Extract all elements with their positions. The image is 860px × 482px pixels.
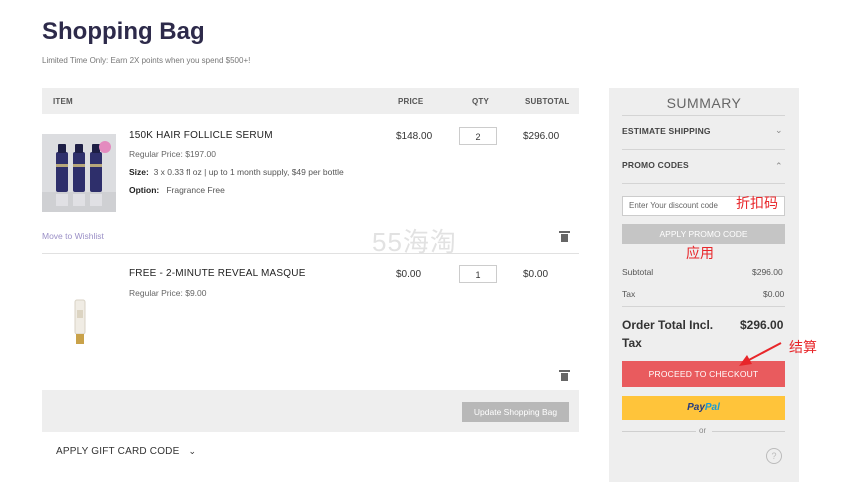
move-to-wishlist-link[interactable]: Move to Wishlist (42, 231, 104, 241)
product-name[interactable]: 150K HAIR FOLLICLE SERUM (129, 130, 273, 141)
order-total-value: $296.00 (740, 318, 784, 332)
trash-icon[interactable] (559, 231, 570, 242)
or-text: or (699, 426, 707, 435)
tax-label: Tax (622, 289, 636, 299)
size-label: Size: (129, 167, 149, 177)
or-divider-right (712, 431, 785, 432)
option-label: Option: (129, 185, 160, 195)
item-subtotal: $0.00 (523, 269, 549, 280)
quantity-input[interactable]: 1 (459, 265, 497, 283)
apply-promo-code-button[interactable]: APPLY PROMO CODE (622, 224, 785, 244)
item-subtotal: $296.00 (523, 131, 560, 142)
estimate-shipping-toggle[interactable]: ESTIMATE SHIPPING (622, 126, 711, 136)
update-shopping-bag-button[interactable]: Update Shopping Bag (462, 402, 569, 422)
order-summary-panel (609, 88, 799, 482)
summary-divider (622, 306, 785, 307)
item-price: $148.00 (396, 131, 433, 142)
annotation-checkout: 结算 (789, 339, 817, 355)
row-divider (42, 253, 579, 254)
size-value: 3 x 0.33 fl oz | up to 1 month supply, $… (153, 167, 344, 177)
promo-codes-toggle[interactable]: PROMO CODES (622, 160, 689, 170)
annotation-apply: 应用 (686, 245, 714, 261)
gift-card-label: APPLY GIFT CARD CODE (56, 446, 180, 457)
subtotal-value: $296.00 (752, 267, 783, 277)
order-total-label: Order Total Incl. Tax (622, 316, 713, 352)
annotation-discount-code: 折扣码 (736, 195, 778, 211)
chevron-up-icon[interactable]: ⌃ (775, 161, 783, 172)
cart-table-header (42, 88, 579, 114)
col-price: PRICE (398, 97, 424, 106)
watermark: 55海淘 (372, 227, 457, 257)
paypal-pal-text: Pal (704, 402, 720, 413)
product-name[interactable]: FREE - 2-MINUTE REVEAL MASQUE (129, 268, 306, 279)
tax-value: $0.00 (763, 289, 785, 299)
paypal-button[interactable]: PayPal (622, 396, 785, 420)
size-attribute: Size: 3 x 0.33 fl oz | up to 1 month sup… (129, 167, 344, 177)
quantity-input[interactable]: 2 (459, 127, 497, 145)
product-image-masque[interactable] (42, 290, 116, 350)
col-subtotal: SUBTOTAL (525, 97, 570, 106)
order-total-label-line1: Order Total Incl. (622, 318, 714, 332)
masque-tube-image (74, 299, 86, 344)
page-title: Shopping Bag (42, 18, 205, 45)
option-attribute: Option: Fragrance Free (129, 185, 225, 195)
chevron-down-icon[interactable]: ⌄ (775, 125, 783, 136)
arrow-annotation (739, 342, 782, 366)
summary-divider (622, 149, 785, 150)
col-item: ITEM (53, 97, 73, 106)
col-qty: QTY (472, 97, 490, 106)
chevron-down-icon: ⌄ (188, 446, 197, 456)
promo-banner-text: Limited Time Only: Earn 2X points when y… (42, 56, 251, 65)
help-icon[interactable]: ? (766, 448, 782, 464)
subtotal-label: Subtotal (622, 267, 654, 277)
item-price: $0.00 (396, 269, 422, 280)
summary-title: SUMMARY (666, 95, 742, 111)
regular-price: Regular Price: $197.00 (129, 149, 216, 159)
summary-divider (622, 183, 785, 184)
or-divider-left (622, 431, 696, 432)
serum-bottles-image (42, 134, 116, 212)
paypal-pay-text: Pay (687, 402, 705, 413)
product-image-serum[interactable] (42, 134, 116, 212)
regular-price: Regular Price: $9.00 (129, 288, 207, 298)
option-value: Fragrance Free (166, 185, 225, 195)
apply-gift-card-toggle[interactable]: APPLY GIFT CARD CODE ⌄ (56, 446, 196, 457)
trash-icon[interactable] (559, 370, 570, 381)
summary-divider (622, 115, 785, 116)
order-total-label-line2: Tax (622, 336, 642, 350)
